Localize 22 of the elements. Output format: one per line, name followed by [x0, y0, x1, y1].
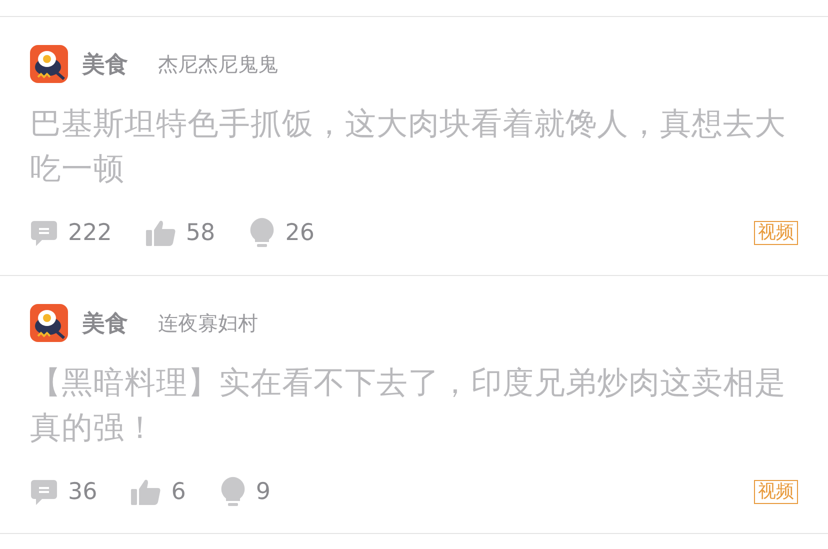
food-avatar-icon	[30, 304, 68, 342]
category-label[interactable]: 美食	[82, 48, 128, 80]
like-count: 6	[171, 479, 186, 505]
author-name[interactable]: 连夜寡妇村	[158, 310, 258, 336]
author-name[interactable]: 杰尼杰尼鬼鬼	[158, 50, 278, 78]
light-bulb-icon[interactable]	[220, 476, 246, 508]
video-tag: 视频	[754, 221, 798, 245]
food-avatar-icon	[30, 45, 68, 83]
category-label[interactable]: 美食	[82, 308, 128, 338]
video-tag: 视频	[754, 480, 798, 504]
thumbs-up-icon[interactable]	[131, 479, 162, 505]
comment-count: 222	[68, 220, 112, 246]
light-bulb-icon[interactable]	[249, 217, 276, 249]
light-count: 26	[285, 220, 314, 246]
post-title[interactable]: 【黑暗料理】实在看不下去了，印度兄弟炒肉这卖相是真的强！	[30, 361, 798, 451]
comment-count: 36	[68, 479, 98, 505]
thumbs-up-icon[interactable]	[146, 220, 176, 246]
comment-icon[interactable]	[30, 219, 58, 247]
like-count: 58	[186, 220, 216, 246]
comment-icon[interactable]	[30, 478, 58, 506]
light-count: 9	[256, 479, 271, 505]
post-title[interactable]: 巴基斯坦特色手抓饭，这大肉块看着就馋人，真想去大吃一顿	[30, 102, 798, 192]
